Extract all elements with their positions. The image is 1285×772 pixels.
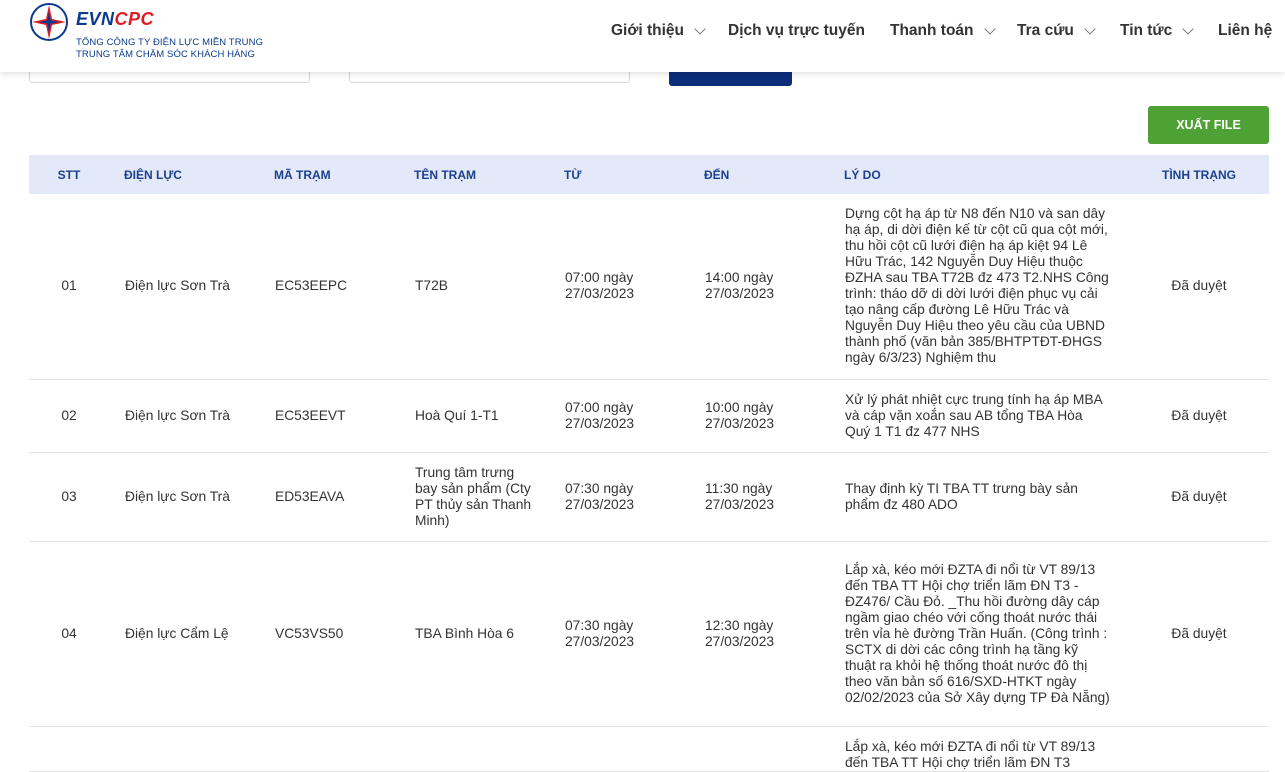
- cell-dien-luc: [109, 726, 259, 772]
- col-header-tinh-trang[interactable]: TÌNH TRẠNG: [1129, 155, 1269, 194]
- nav-label: Giới thiệu: [611, 22, 685, 39]
- nav-label: Tra cứu: [1017, 22, 1074, 39]
- col-header-stt[interactable]: STT: [29, 155, 109, 194]
- cell-ly-do: Lắp xà, kéo mới ĐZTA đi nổi từ VT 89/13 …: [829, 541, 1129, 727]
- cell-ten-tram: Trung tâm trưng bay sản phẩm (Cty PT thủ…: [399, 452, 549, 542]
- col-header-ly-do[interactable]: LÝ DO: [829, 155, 1129, 194]
- table-row[interactable]: 04 Điện lực Cẩm Lệ VC53VS50 TBA Bình Hòa…: [29, 541, 1269, 727]
- table-row[interactable]: Lắp xà, kéo mới ĐZTA đi nổi từ VT 89/13 …: [29, 726, 1269, 772]
- nav-item-lien-he[interactable]: Liên hệ: [1218, 22, 1272, 40]
- cell-ma-tram: EC53EEVT: [259, 379, 399, 453]
- cell-stt: 03: [29, 452, 109, 542]
- cell-tu: 07:00 ngày 27/03/2023: [549, 379, 689, 453]
- cell-dien-luc: Điện lực Sơn Trà: [109, 379, 259, 453]
- cell-ten-tram: T72B: [399, 194, 549, 380]
- cell-ten-tram: TBA Bình Hòa 6: [399, 541, 549, 727]
- cell-ten-tram: [399, 726, 549, 772]
- chevron-down-icon: [983, 22, 996, 35]
- table-header-row: STT ĐIỆN LỰC MÃ TRẠM TÊN TRẠM TỪ ĐẾN LÝ …: [29, 155, 1269, 194]
- nav-item-thanh-toan[interactable]: Thanh toán: [890, 22, 996, 40]
- cell-den: 10:00 ngày 27/03/2023: [689, 379, 829, 453]
- outage-table-container: STT ĐIỆN LỰC MÃ TRẠM TÊN TRẠM TỪ ĐẾN LÝ …: [29, 155, 1269, 772]
- cell-tu: [549, 726, 689, 772]
- brand-subtitle-2: TRUNG TÂM CHĂM SÓC KHÁCH HÀNG: [76, 49, 256, 60]
- cell-stt: 01: [29, 194, 109, 380]
- cell-ten-tram: Hoà Quí 1-T1: [399, 379, 549, 453]
- cell-stt: 02: [29, 379, 109, 453]
- cell-ly-do: Lắp xà, kéo mới ĐZTA đi nổi từ VT 89/13 …: [829, 726, 1129, 772]
- cell-tu: 07:30 ngày 27/03/2023: [549, 452, 689, 542]
- table-row[interactable]: 03 Điện lực Sơn Trà ED53EAVA Trung tâm t…: [29, 452, 1269, 542]
- cell-tinh-trang: Đã duyệt: [1129, 194, 1269, 380]
- cell-dien-luc: Điện lực Sơn Trà: [109, 194, 259, 380]
- cell-den: 14:00 ngày 27/03/2023: [689, 194, 829, 380]
- site-header: EVNCPC TỔNG CÔNG TY ĐIỆN LỰC MIỀN TRUNG …: [0, 0, 1285, 72]
- cell-dien-luc: Điện lực Cẩm Lệ: [109, 541, 259, 727]
- export-file-button[interactable]: XUẤT FILE: [1148, 106, 1269, 144]
- nav-label: Thanh toán: [890, 22, 974, 39]
- nav-item-gioi-thieu[interactable]: Giới thiệu: [611, 22, 706, 40]
- chevron-down-icon: [694, 22, 706, 35]
- col-header-ten-tram[interactable]: TÊN TRẠM: [399, 155, 549, 194]
- col-header-tu[interactable]: TỪ: [549, 155, 689, 194]
- cell-ly-do: Thay định kỳ TI TBA TT trưng bày sản phẩ…: [829, 452, 1129, 542]
- cell-ly-do: Dựng cột hạ áp từ N8 đến N10 và san dây …: [829, 194, 1129, 380]
- cell-ma-tram: [259, 726, 399, 772]
- cell-stt: [29, 726, 109, 772]
- nav-label: Liên hệ: [1218, 22, 1273, 39]
- cell-tinh-trang: [1129, 726, 1269, 772]
- cell-tinh-trang: Đã duyệt: [1129, 379, 1269, 453]
- nav-label: Tin tức: [1120, 22, 1173, 39]
- cell-den: 11:30 ngày 27/03/2023: [689, 452, 829, 542]
- nav-item-tin-tuc[interactable]: Tin tức: [1120, 22, 1194, 40]
- chevron-down-icon: [1084, 22, 1096, 35]
- col-header-ma-tram[interactable]: MÃ TRẠM: [259, 155, 399, 194]
- main-nav: Giới thiệu Dịch vụ trực tuyến Thanh toán…: [0, 22, 1285, 44]
- cell-ly-do: Xử lý phát nhiệt cực trung tính hạ áp MB…: [829, 379, 1129, 453]
- cell-tu: 07:00 ngày 27/03/2023: [549, 194, 689, 380]
- cell-ma-tram: VC53VS50: [259, 541, 399, 727]
- cell-den: [689, 726, 829, 772]
- chevron-down-icon: [1182, 22, 1194, 35]
- cell-den: 12:30 ngày 27/03/2023: [689, 541, 829, 727]
- table-row[interactable]: 01 Điện lực Sơn Trà EC53EEPC T72B 07:00 …: [29, 194, 1269, 380]
- cell-dien-luc: Điện lực Sơn Trà: [109, 452, 259, 542]
- cell-tinh-trang: Đã duyệt: [1129, 541, 1269, 727]
- cell-ma-tram: EC53EEPC: [259, 194, 399, 380]
- outage-table: STT ĐIỆN LỰC MÃ TRẠM TÊN TRẠM TỪ ĐẾN LÝ …: [29, 155, 1269, 772]
- cell-tinh-trang: Đã duyệt: [1129, 452, 1269, 542]
- cell-stt: 04: [29, 541, 109, 727]
- nav-label: Dịch vụ trực tuyến: [728, 22, 865, 39]
- table-row[interactable]: 02 Điện lực Sơn Trà EC53EEVT Hoà Quí 1-T…: [29, 379, 1269, 453]
- nav-item-dich-vu-truc-tuyen[interactable]: Dịch vụ trực tuyến: [728, 22, 865, 40]
- col-header-den[interactable]: ĐẾN: [689, 155, 829, 194]
- col-header-dien-luc[interactable]: ĐIỆN LỰC: [109, 155, 259, 194]
- nav-item-tra-cuu[interactable]: Tra cứu: [1017, 22, 1096, 40]
- cell-ma-tram: ED53EAVA: [259, 452, 399, 542]
- cell-tu: 07:30 ngày 27/03/2023: [549, 541, 689, 727]
